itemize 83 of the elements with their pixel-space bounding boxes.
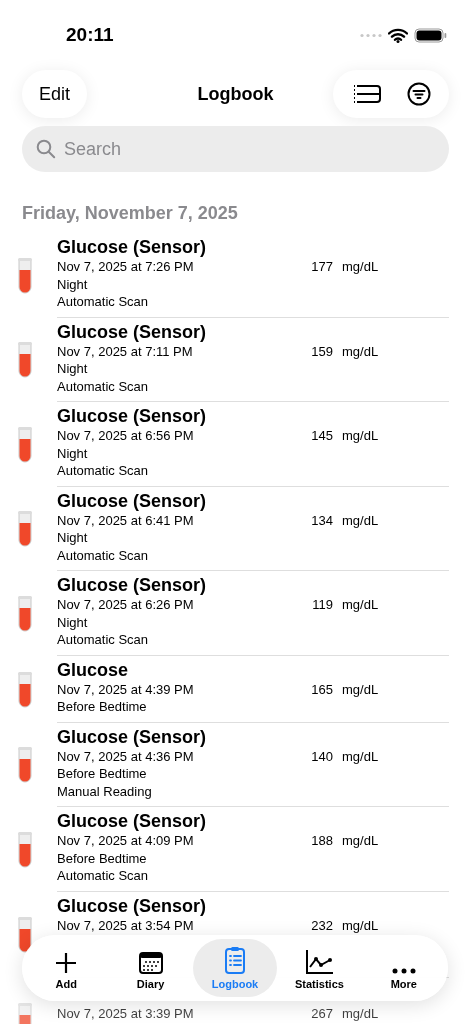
entry-time: Nov 7, 2025 at 6:26 PM — [57, 596, 195, 614]
test-tube-icon — [16, 594, 33, 632]
entry-detail: Night — [57, 444, 89, 462]
search-icon — [36, 139, 56, 159]
test-tube-icon — [16, 830, 33, 868]
entry-unit: mg/dL — [342, 258, 379, 276]
entry-detail: Before Bedtime — [57, 765, 148, 783]
more-icon — [391, 968, 416, 974]
entry-time: Nov 7, 2025 at 6:56 PM — [57, 427, 195, 445]
entry-detail: Automatic Scan — [57, 293, 150, 311]
filter-icon[interactable] — [406, 82, 431, 106]
entry-time: Nov 7, 2025 at 3:39 PM — [57, 1004, 195, 1022]
entry-title: Glucose (Sensor) — [57, 725, 208, 748]
entry-value: 119 — [311, 596, 333, 614]
entry-detail: Automatic Scan — [57, 462, 150, 480]
test-tube-icon — [16, 670, 33, 708]
entry-time: Nov 7, 2025 at 4:09 PM — [57, 832, 195, 850]
entry-value: 145 — [310, 427, 333, 445]
entry-detail: Night — [57, 529, 89, 547]
test-tube-icon — [16, 510, 33, 548]
status-time: 20:11 — [66, 22, 114, 47]
test-tube-icon — [16, 746, 33, 784]
entry-value: 140 — [310, 747, 333, 765]
plus-icon — [55, 952, 78, 974]
test-tube-icon — [16, 256, 33, 294]
entry-unit: mg/dL — [342, 596, 379, 614]
signal-icon — [360, 32, 382, 38]
entry-value: 232 — [310, 916, 333, 934]
entry-detail: Automatic Scan — [57, 867, 150, 885]
entry-unit: mg/dL — [342, 511, 379, 529]
clipboard-list-icon — [225, 946, 245, 974]
entry-detail: Night — [57, 275, 89, 293]
entry-time: Nov 7, 2025 at 6:41 PM — [57, 511, 195, 529]
entry-unit: mg/dL — [342, 916, 379, 934]
battery-icon — [414, 27, 447, 43]
entry-detail: Before Bedtime — [57, 849, 148, 867]
entry-unit: mg/dL — [342, 680, 379, 698]
entry-detail: Night — [57, 360, 89, 378]
tab-button[interactable]: More — [361, 939, 447, 997]
entry-time: Nov 7, 2025 at 4:36 PM — [57, 747, 195, 765]
line-chart-icon — [305, 950, 333, 974]
search-field[interactable]: Search — [22, 126, 449, 172]
entry-unit: mg/dL — [342, 427, 379, 445]
entry-detail: Automatic Scan — [57, 546, 150, 564]
calendar-icon — [138, 952, 163, 974]
entry-detail: Automatic Scan — [57, 631, 150, 649]
entry-value: 159 — [310, 342, 333, 360]
screen-title: Logbook — [197, 82, 274, 106]
entry-unit: mg/dL — [342, 747, 379, 765]
entry-value: 267 — [310, 1004, 333, 1022]
entry-title: Glucose (Sensor) — [57, 810, 208, 832]
entry-detail: Automatic Scan — [57, 377, 150, 395]
entry-title: Glucose (Sensor) — [57, 405, 208, 427]
entry-value: 134 — [310, 511, 333, 529]
entry-title: Glucose — [57, 658, 130, 681]
wifi-icon — [388, 27, 408, 43]
tab-button[interactable]: Statistics — [277, 939, 362, 997]
entry-detail: Manual Reading — [57, 782, 153, 800]
entry-detail: Night — [57, 613, 89, 631]
entry-time: Nov 7, 2025 at 3:54 PM — [57, 916, 195, 934]
layout-icon[interactable] — [351, 83, 382, 105]
entry-title: Glucose (Sensor) — [57, 236, 208, 258]
entry-unit: mg/dL — [342, 832, 379, 850]
entry-unit: mg/dL — [342, 342, 379, 360]
edit-button[interactable]: Edit — [22, 70, 88, 118]
entry-title: Glucose (Sensor) — [57, 320, 208, 343]
entry-time: Nov 7, 2025 at 7:26 PM — [57, 258, 195, 276]
entry-title: Glucose (Sensor) — [57, 894, 208, 917]
entry-title: Glucose (Sensor) — [57, 574, 208, 596]
entry-unit: mg/dL — [342, 1004, 379, 1022]
entry-title: Glucose (Sensor) — [57, 489, 208, 512]
entry-value: 188 — [310, 832, 333, 850]
tab-button[interactable]: Add — [24, 939, 109, 997]
entry-time: Nov 7, 2025 at 7:11 PM — [57, 342, 194, 360]
test-tube-icon — [16, 916, 33, 953]
entry-value: 165 — [310, 680, 333, 698]
test-tube-icon — [16, 425, 33, 463]
entry-time: Nov 7, 2025 at 4:39 PM — [57, 680, 195, 698]
section-header: Friday, November 7, 2025 — [22, 203, 238, 223]
tab-button[interactable]: Diary — [108, 939, 193, 997]
entry-value: 177 — [310, 258, 333, 276]
entry-detail: Before Bedtime — [57, 698, 148, 716]
test-tube-icon — [16, 341, 33, 379]
